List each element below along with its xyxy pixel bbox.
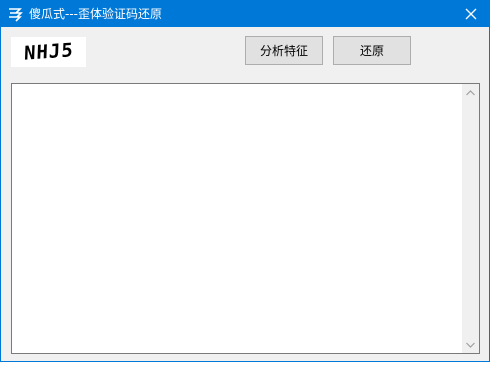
output-textarea[interactable] (11, 83, 480, 354)
app-window: 傻瓜式---歪体验证码还原 NHJ5 分析特征 还原 (0, 0, 490, 362)
close-button[interactable] (453, 1, 489, 27)
vertical-scrollbar[interactable] (462, 84, 479, 353)
restore-button[interactable]: 还原 (333, 36, 411, 65)
captcha-text: NHJ5 (23, 39, 74, 65)
title-bar[interactable]: 傻瓜式---歪体验证码还原 (1, 1, 489, 27)
analyze-features-button[interactable]: 分析特征 (245, 36, 323, 65)
captcha-image: NHJ5 (11, 37, 86, 67)
scroll-down-button[interactable] (462, 336, 479, 353)
close-icon (465, 8, 477, 20)
scroll-down-arrow-icon (466, 342, 475, 348)
scroll-up-button[interactable] (462, 84, 479, 101)
window-title: 傻瓜式---歪体验证码还原 (29, 7, 162, 21)
scroll-up-arrow-icon (466, 89, 475, 95)
app-logo-icon (7, 6, 23, 22)
